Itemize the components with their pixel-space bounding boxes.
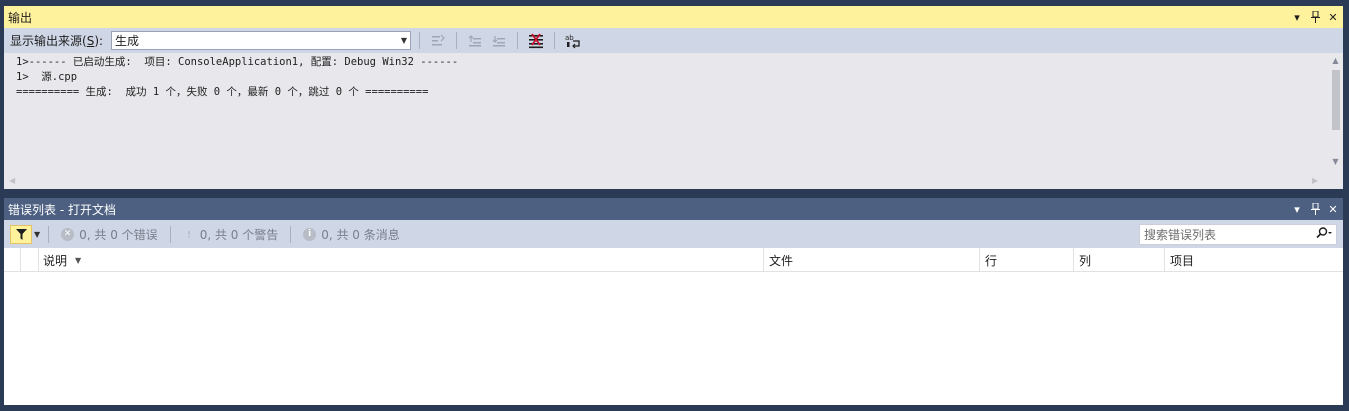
scroll-down-icon[interactable]: ▼ xyxy=(1328,157,1343,166)
warnings-count-label: 0, 共 0 个警告 xyxy=(199,227,279,242)
error-list-titlebar[interactable]: 错误列表 - 打开文档 ▾ ✕ xyxy=(4,198,1343,220)
show-output-label: 显示输出来源(S): xyxy=(10,34,104,48)
toolbar-separator xyxy=(419,32,421,49)
errors-count-label: 0, 共 0 个错误 xyxy=(79,227,158,242)
filter-chevron-down-icon[interactable]: ▼ xyxy=(34,230,40,239)
chevron-down-icon: ▼ xyxy=(400,36,408,45)
toolbar-separator xyxy=(554,32,556,49)
output-horizontal-scrollbar[interactable]: ◀ ▶ xyxy=(4,175,1328,189)
messages-toggle[interactable]: i 0, 共 0 条消息 xyxy=(299,226,404,243)
find-message-in-code-icon[interactable] xyxy=(428,31,448,51)
output-panel: 输出 ▾ ✕ 显示输出来源(S): 生成 ▼ ab 1>------ 已启动生成… xyxy=(4,6,1343,189)
column-order[interactable] xyxy=(21,248,39,272)
filter-icon[interactable] xyxy=(10,224,32,244)
output-source-value: 生成 xyxy=(115,34,140,48)
window-menu-chevron-down-icon[interactable]: ▾ xyxy=(1291,10,1303,24)
pin-icon[interactable] xyxy=(1309,202,1321,216)
output-line: 1>------ 已启动生成: 项目: ConsoleApplication1,… xyxy=(16,56,459,68)
next-message-icon[interactable] xyxy=(489,31,509,51)
svg-text:ab: ab xyxy=(565,34,574,42)
column-description-label: 说明 xyxy=(43,253,68,268)
warnings-toggle[interactable]: 0, 共 0 个警告 xyxy=(179,226,283,243)
pin-icon[interactable] xyxy=(1309,10,1321,24)
warning-icon xyxy=(183,227,195,242)
output-title: 输出 xyxy=(8,10,33,25)
errors-toggle[interactable]: ✕ 0, 共 0 个错误 xyxy=(57,226,162,243)
sort-chevron-down-icon: ▼ xyxy=(75,255,82,265)
toolbar-separator xyxy=(169,225,171,243)
search-icon[interactable] xyxy=(1316,226,1332,242)
toolbar-separator xyxy=(48,225,50,243)
column-file-label: 文件 xyxy=(769,253,794,268)
column-file[interactable]: 文件 xyxy=(764,248,980,272)
output-text-area[interactable]: 1>------ 已启动生成: 项目: ConsoleApplication1,… xyxy=(4,53,1328,173)
messages-count-label: 0, 共 0 条消息 xyxy=(321,227,400,242)
output-source-combo[interactable]: 生成 ▼ xyxy=(111,31,412,50)
error-list-panel: 错误列表 - 打开文档 ▾ ✕ ▼ ✕ 0, 共 0 个错误 0, 共 0 个警… xyxy=(4,198,1343,405)
output-toolbar: 显示输出来源(S): 生成 ▼ ab xyxy=(4,28,1343,53)
scrollbar-thumb[interactable] xyxy=(1332,70,1340,130)
error-icon: ✕ xyxy=(61,227,75,241)
toolbar-separator xyxy=(456,32,458,49)
info-icon: i xyxy=(303,227,317,241)
search-error-list-input[interactable]: 搜索错误列表 xyxy=(1139,223,1337,245)
output-line: ========== 生成: 成功 1 个，失败 0 个，最新 0 个，跳过 0… xyxy=(16,86,429,98)
toggle-word-wrap-icon[interactable]: ab xyxy=(563,31,583,51)
search-placeholder: 搜索错误列表 xyxy=(1144,227,1217,242)
close-icon[interactable]: ✕ xyxy=(1327,202,1339,216)
error-list-title: 错误列表 - 打开文档 xyxy=(8,202,116,217)
column-icon[interactable] xyxy=(4,248,21,272)
scroll-up-icon[interactable]: ▲ xyxy=(1328,56,1343,65)
output-titlebar[interactable]: 输出 ▾ ✕ xyxy=(4,6,1343,28)
error-list-header: 说明 ▼ 文件 行 列 项目 xyxy=(4,248,1343,272)
column-line-label: 行 xyxy=(985,253,998,268)
column-line[interactable]: 行 xyxy=(980,248,1074,272)
toolbar-separator xyxy=(517,32,519,49)
output-line: 1> 源.cpp xyxy=(16,71,78,83)
column-project[interactable]: 项目 xyxy=(1165,248,1343,272)
previous-message-icon[interactable] xyxy=(465,31,485,51)
clear-all-icon[interactable] xyxy=(526,31,546,51)
scroll-right-icon[interactable]: ▶ xyxy=(1312,176,1318,185)
error-list-toolbar: ▼ ✕ 0, 共 0 个错误 0, 共 0 个警告 i 0, 共 0 条消息 搜… xyxy=(4,220,1343,248)
column-column-label: 列 xyxy=(1079,253,1092,268)
output-vertical-scrollbar[interactable]: ▲ ▼ xyxy=(1328,53,1343,181)
column-project-label: 项目 xyxy=(1170,253,1195,268)
window-menu-chevron-down-icon[interactable]: ▾ xyxy=(1291,202,1303,216)
scroll-left-icon[interactable]: ◀ xyxy=(9,176,15,185)
column-column[interactable]: 列 xyxy=(1074,248,1165,272)
column-description[interactable]: 说明 ▼ xyxy=(39,248,764,272)
close-icon[interactable]: ✕ xyxy=(1327,10,1339,24)
toolbar-separator xyxy=(290,225,292,243)
